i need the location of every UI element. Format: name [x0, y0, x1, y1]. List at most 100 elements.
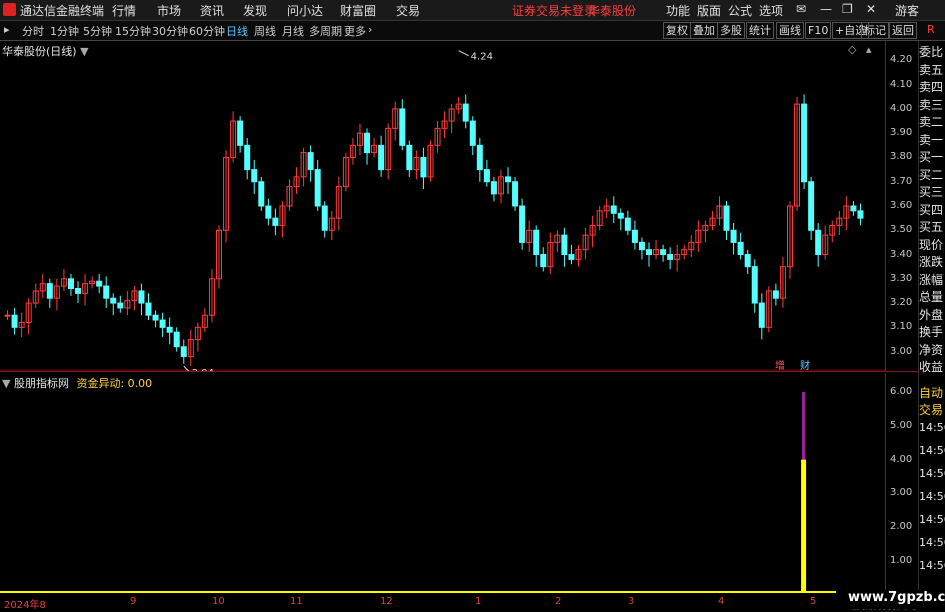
- period-5min[interactable]: 5分钟: [83, 23, 112, 39]
- menu-item-jiaoyi[interactable]: 交易: [396, 2, 420, 19]
- candle-body: [758, 302, 765, 328]
- price-tick: 4.20: [890, 54, 913, 66]
- main-chart-title-bar: 华泰股份(日线) ▼: [2, 43, 89, 59]
- candle-body: [258, 181, 265, 207]
- menu-item-banmian[interactable]: 版面: [697, 2, 721, 19]
- candle-body: [4, 314, 11, 317]
- candle-body: [512, 181, 519, 207]
- period-1min[interactable]: 1分钟: [50, 23, 79, 39]
- pane-divider[interactable]: [0, 371, 918, 372]
- tool-fanhui[interactable]: 返回: [889, 22, 917, 39]
- period-more[interactable]: 更多: [344, 23, 366, 39]
- dropdown-icon[interactable]: ▼: [80, 45, 88, 58]
- period-multi[interactable]: 多周期: [309, 23, 342, 39]
- tool-duogu[interactable]: 多股: [717, 22, 745, 39]
- candle-body: [180, 346, 187, 357]
- indicator-name[interactable]: 股朋指标网: [14, 377, 69, 390]
- price-tick: 3.70: [890, 175, 913, 187]
- menu-item-xuanxiang[interactable]: 选项: [759, 2, 783, 19]
- candle-body: [117, 302, 124, 309]
- trade-label[interactable]: 自动: [919, 384, 943, 401]
- candle-body: [110, 297, 117, 304]
- spike-bar: [801, 459, 807, 592]
- minimize-icon[interactable]: —: [820, 2, 832, 16]
- candle-body: [490, 181, 497, 195]
- trade-time: 14:56: [919, 467, 945, 480]
- candle-body: [801, 103, 808, 183]
- menu-item-gongshi[interactable]: 公式: [728, 2, 752, 19]
- indicator-axis: 6.00 5.00 4.00 3.00 2.00 1.00: [885, 373, 919, 595]
- quote-label: 卖一: [919, 132, 944, 147]
- diamond-icon[interactable]: ◇: [848, 43, 856, 56]
- quote-label: 卖三: [919, 97, 944, 112]
- price-tick: 3.30: [890, 272, 913, 284]
- quote-label: 委比: [919, 45, 944, 59]
- watermark-url: www.7gpzb.com: [848, 590, 945, 605]
- price-tick: 3.60: [890, 200, 913, 211]
- badge-zeng[interactable]: 增: [775, 359, 785, 371]
- candle-body: [307, 152, 314, 171]
- price-tick: 3.20: [890, 297, 913, 309]
- candle-body: [624, 217, 631, 231]
- period-weekly[interactable]: 周线: [254, 23, 276, 39]
- candle-body: [399, 108, 406, 146]
- tool-diejia[interactable]: 叠加: [690, 22, 718, 39]
- date-tick: 4: [718, 596, 725, 607]
- candle-body: [505, 176, 512, 183]
- period-monthly[interactable]: 月线: [282, 23, 304, 39]
- menu-item-wenxiaoda[interactable]: 问小达: [287, 2, 323, 19]
- indicator-title-bar: ▼ 股朋指标网 资金异动: 0.00: [2, 375, 152, 391]
- collapse-icon[interactable]: ▸: [4, 23, 10, 36]
- candle-body: [638, 241, 645, 251]
- main-chart-title: 华泰股份(日线): [2, 45, 77, 58]
- tool-huaxian[interactable]: 画线: [776, 22, 804, 39]
- candle-body: [67, 278, 74, 289]
- message-icon[interactable]: ✉: [796, 2, 806, 16]
- candle-body: [519, 205, 526, 243]
- candle-body: [737, 241, 744, 256]
- price-axis: 4.20 4.10 4.00 3.90 3.80 3.70 3.60 3.50 3.40 3.30…: [885, 41, 919, 371]
- quote-label: 净资: [919, 342, 944, 357]
- candlestick-chart[interactable]: 4.242.94增财: [0, 41, 885, 371]
- candle-body: [420, 156, 427, 178]
- chevron-right-icon[interactable]: ›: [368, 23, 372, 36]
- menu-item-faxian[interactable]: 发现: [243, 2, 267, 19]
- candle-body: [237, 120, 244, 146]
- period-daily[interactable]: 日线: [226, 23, 248, 39]
- indicator-dropdown-icon[interactable]: ▼: [2, 377, 10, 390]
- menu-item-caifuquan[interactable]: 财富圈: [340, 2, 376, 19]
- period-60min[interactable]: 60分钟: [189, 23, 225, 39]
- candle-body: [159, 319, 166, 328]
- trade-label[interactable]: 交易: [919, 401, 943, 418]
- tool-f10[interactable]: F10: [805, 22, 832, 39]
- quote-label: 买三: [919, 185, 944, 199]
- high-label: 4.24: [471, 52, 493, 63]
- price-tick: 3.00: [890, 345, 913, 357]
- candle-body: [730, 229, 737, 243]
- period-30min[interactable]: 30分钟: [152, 23, 188, 39]
- menu-item-zixun[interactable]: 资讯: [200, 2, 224, 19]
- tool-biaoji[interactable]: 标记: [861, 22, 889, 39]
- menu-item-shichang[interactable]: 市场: [157, 2, 181, 19]
- collapse-chart-icon[interactable]: ▴: [866, 43, 872, 56]
- candle-body: [610, 205, 617, 214]
- date-tick: 5: [810, 596, 817, 607]
- restore-icon[interactable]: ❐: [842, 2, 853, 16]
- badge-cai[interactable]: 财: [800, 359, 810, 371]
- guest-label[interactable]: 游客: [895, 2, 919, 19]
- price-tick: 4.00: [890, 102, 913, 114]
- menu-item-hangqing[interactable]: 行情: [112, 2, 136, 19]
- close-icon[interactable]: ✕: [866, 2, 876, 16]
- tool-fuquan[interactable]: 复权: [663, 22, 691, 39]
- quote-label: 买五: [919, 220, 944, 234]
- login-status[interactable]: 证券交易未登录: [512, 2, 596, 19]
- candle-body: [631, 229, 638, 243]
- candle-body: [476, 144, 483, 171]
- trade-time: 14:56: [919, 421, 945, 434]
- indicator-chart[interactable]: [0, 373, 885, 595]
- period-fenshi[interactable]: 分时: [22, 23, 44, 39]
- candle-body: [364, 132, 371, 154]
- menu-item-gongneng[interactable]: 功能: [666, 2, 690, 19]
- tool-tongji[interactable]: 统计: [746, 22, 774, 39]
- period-15min[interactable]: 15分钟: [115, 23, 151, 39]
